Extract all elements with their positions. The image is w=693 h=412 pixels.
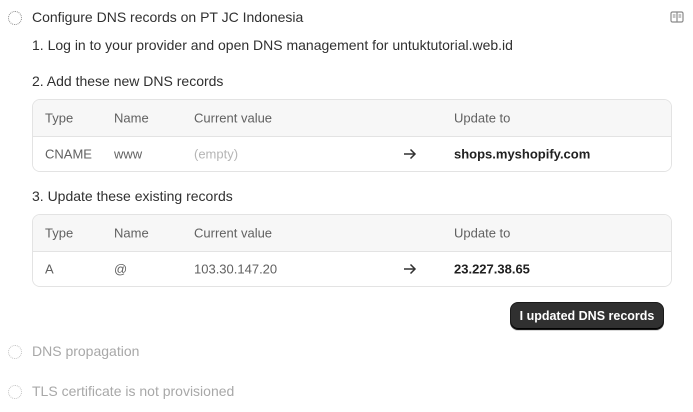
- record-update-to[interactable]: shops.myshopify.com: [454, 147, 590, 162]
- header-current-value: Current value: [194, 225, 273, 241]
- record-name: @: [114, 261, 128, 277]
- step-title-configure-dns: Configure DNS records on PT JC Indonesia: [32, 9, 304, 25]
- table-header: Type Name Current value Update to: [33, 100, 671, 137]
- book-icon[interactable]: [670, 10, 684, 24]
- new-records-table: Type Name Current value Update to CNAME …: [32, 99, 672, 172]
- step-title-tls-certificate: TLS certificate is not provisioned: [32, 383, 235, 399]
- header-type: Type: [45, 225, 74, 241]
- existing-records-table: Type Name Current value Update to A @ 10…: [32, 214, 672, 287]
- instruction-update-records: 3. Update these existing records: [32, 188, 233, 204]
- record-update-to[interactable]: 23.227.38.65: [454, 262, 530, 277]
- header-update-to: Update to: [454, 225, 511, 241]
- table-row: A @ 103.30.147.20 23.227.38.65: [33, 252, 671, 286]
- updated-dns-records-button[interactable]: I updated DNS records: [510, 302, 664, 330]
- dotted-circle-icon: [8, 345, 22, 359]
- record-current-value: 103.30.147.20: [194, 261, 278, 277]
- instruction-login: 1. Log in to your provider and open DNS …: [32, 37, 513, 53]
- dotted-circle-icon: [8, 385, 22, 399]
- header-name: Name: [114, 225, 149, 241]
- record-type: CNAME: [45, 146, 92, 162]
- header-current-value: Current value: [194, 110, 273, 126]
- dotted-circle-icon: [8, 11, 22, 25]
- instruction-add-records: 2. Add these new DNS records: [32, 73, 224, 89]
- record-type: A: [45, 261, 54, 277]
- header-name: Name: [114, 110, 149, 126]
- arrow-right-icon: [404, 148, 417, 160]
- table-row: CNAME www (empty) shops.myshopify.com: [33, 137, 671, 171]
- header-update-to: Update to: [454, 110, 511, 126]
- record-name: www: [114, 146, 143, 162]
- arrow-right-icon: [404, 263, 417, 275]
- record-current-value: (empty): [194, 146, 239, 162]
- step-title-dns-propagation: DNS propagation: [32, 343, 140, 359]
- table-header: Type Name Current value Update to: [33, 215, 671, 252]
- header-type: Type: [45, 110, 74, 126]
